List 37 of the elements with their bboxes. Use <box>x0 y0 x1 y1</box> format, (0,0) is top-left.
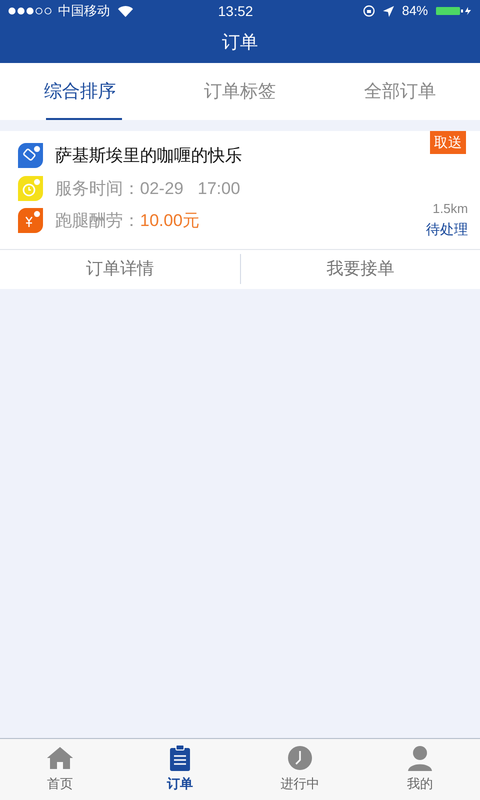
person-icon <box>407 745 433 772</box>
tab-bar-item[interactable]: 首页 <box>0 739 120 800</box>
carrier-name: 中国移动 <box>58 2 110 20</box>
home-icon <box>46 746 74 770</box>
service-time-label: 服务时间： <box>55 178 140 200</box>
clock-icon <box>287 745 313 772</box>
page-title: 订单 <box>222 31 258 54</box>
wifi-icon <box>118 6 133 16</box>
tab-bar-label: 我的 <box>407 775 433 794</box>
order-status: 待处理 <box>426 220 468 238</box>
clock-icon <box>18 176 43 201</box>
tab-bar-label: 首页 <box>47 775 73 794</box>
distance: 1.5km <box>432 200 468 218</box>
tab-bar-label: 进行中 <box>280 775 320 794</box>
fee-amount: 10.00元 <box>140 210 200 232</box>
battery-icon <box>436 6 472 16</box>
tab[interactable]: 订单标签 <box>160 63 320 120</box>
signal-icon <box>8 7 54 15</box>
service-time: 02-29 17:00 <box>140 178 240 200</box>
tab-bar-item[interactable]: 订单 <box>120 739 240 800</box>
money-icon <box>18 208 43 234</box>
order-title: 萨基斯埃里的咖喱的快乐 <box>55 145 242 167</box>
tab-bar-item[interactable]: 进行中 <box>240 739 360 800</box>
tag-icon <box>18 143 43 168</box>
battery-percentage: 84% <box>402 2 428 20</box>
order-tag: 取送 <box>430 131 466 154</box>
action-button[interactable]: 我要接单 <box>240 250 480 288</box>
fee-label: 跑腿酬劳： <box>55 210 140 232</box>
lock-rotation-icon <box>362 5 375 17</box>
tab-bar-label: 订单 <box>167 775 193 794</box>
tab-bar-item[interactable]: 我的 <box>360 739 480 800</box>
tab[interactable]: 综合排序 <box>0 63 160 120</box>
tab[interactable]: 全部订单 <box>320 63 480 120</box>
clipboard-icon <box>169 745 191 772</box>
status-time: 13:52 <box>218 2 254 20</box>
action-button[interactable]: 订单详情 <box>0 250 240 288</box>
location-arrow-icon <box>382 6 394 16</box>
